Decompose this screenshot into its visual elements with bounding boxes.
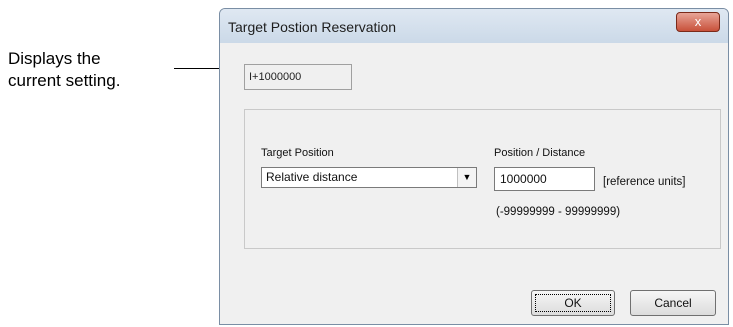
reference-units-label: [reference units]	[603, 176, 686, 188]
position-distance-input[interactable]: 1000000	[494, 167, 595, 191]
current-setting-display: I+1000000	[244, 64, 352, 90]
target-position-value: Relative distance	[266, 170, 358, 184]
position-distance-label: Position / Distance	[494, 147, 586, 159]
callout-line-2: current setting.	[8, 71, 121, 90]
close-button[interactable]: x	[676, 12, 720, 32]
ok-focus-rect: OK	[535, 294, 611, 312]
range-label: (-99999999 - 99999999)	[496, 206, 621, 218]
close-icon: x	[694, 14, 702, 29]
target-position-select[interactable]: Relative distance ▼	[261, 167, 477, 188]
ok-button[interactable]: OK	[531, 290, 615, 316]
chevron-down-icon[interactable]: ▼	[457, 168, 476, 187]
target-position-label: Target Position	[261, 147, 334, 159]
callout-line-1: Displays the	[8, 49, 101, 68]
dialog-client-area: I+1000000 Target Position Relative dista…	[228, 43, 721, 324]
ok-button-label: OK	[564, 296, 582, 310]
target-position-reservation-dialog: Target Postion Reservation x I+1000000 T…	[219, 8, 729, 325]
dialog-titlebar[interactable]: Target Postion Reservation x	[220, 9, 728, 43]
cancel-button[interactable]: Cancel	[630, 290, 716, 316]
dialog-title: Target Postion Reservation	[228, 19, 397, 35]
callout-text: Displays the current setting.	[8, 48, 120, 92]
